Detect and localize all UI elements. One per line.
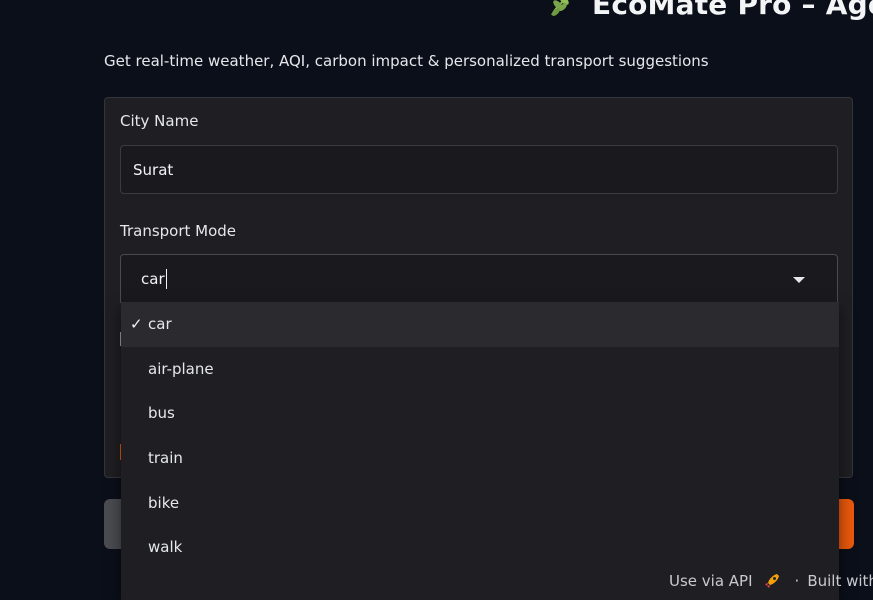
dropdown-option-walk[interactable]: walk	[121, 525, 839, 570]
option-label: walk	[148, 538, 183, 557]
footer: Use via API · Built with G	[669, 572, 873, 590]
transport-mode-label: Transport Mode	[120, 222, 237, 240]
leaf-icon	[551, 0, 569, 16]
app-page: EcoMate Pro – Agent Get real-time weathe…	[0, 0, 873, 600]
app-header: EcoMate Pro – Agent	[546, 0, 873, 21]
option-label: train	[148, 449, 183, 468]
built-with-link[interactable]: Built with G	[807, 572, 873, 590]
text-cursor	[165, 268, 167, 289]
option-label: air-plane	[148, 359, 214, 378]
check-icon: ✓	[130, 315, 143, 334]
transport-mode-value: car	[141, 269, 165, 288]
option-label: car	[148, 315, 172, 334]
transport-mode-select[interactable]: car	[120, 254, 838, 303]
dropdown-option-bus[interactable]: bus	[121, 391, 839, 436]
dropdown-option-car[interactable]: ✓ car	[121, 302, 839, 347]
page-title: EcoMate Pro – Agent	[592, 0, 873, 21]
dropdown-option-train[interactable]: train	[121, 436, 839, 481]
rocket-icon	[764, 574, 779, 588]
city-name-value: Surat	[133, 160, 174, 179]
city-name-input[interactable]: Surat	[120, 145, 838, 194]
option-label: bus	[148, 404, 175, 423]
city-name-label: City Name	[120, 112, 199, 130]
footer-separator: ·	[794, 572, 800, 590]
page-subtitle: Get real-time weather, AQI, carbon impac…	[104, 52, 709, 70]
dropdown-option-air-plane[interactable]: air-plane	[121, 347, 839, 392]
chevron-down-icon[interactable]	[793, 277, 805, 283]
transport-mode-dropdown: ✓ car air-plane bus train bike walk	[121, 302, 839, 600]
dropdown-option-bike[interactable]: bike	[121, 480, 839, 525]
option-label: bike	[148, 493, 180, 512]
use-via-api-link[interactable]: Use via API	[669, 572, 753, 590]
